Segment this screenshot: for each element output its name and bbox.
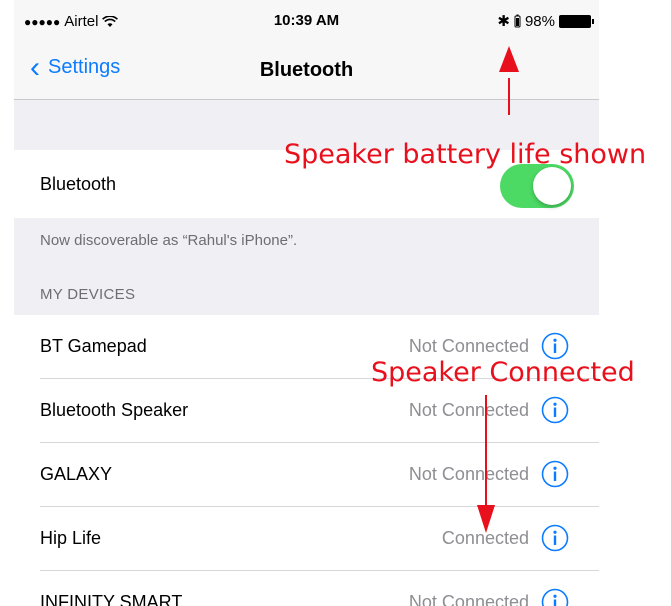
device-name: GALAXY (40, 464, 113, 484)
annotation-connected-label: Speaker Connected (371, 357, 635, 388)
status-bar: ●●●●● Airtel 10:39 AM ✱ 98% (14, 0, 599, 42)
info-icon[interactable] (541, 332, 569, 360)
phone-screen: ●●●●● Airtel 10:39 AM ✱ 98% ‹ Settings B… (14, 0, 599, 606)
page-title: Bluetooth (259, 59, 354, 81)
info-icon[interactable] (541, 460, 569, 488)
status-right: ✱ 98% (497, 12, 594, 30)
discoverable-note: Now discoverable as “Rahul's iPhone”. (40, 232, 298, 249)
bluetooth-status-icon: ✱ (497, 13, 510, 30)
bluetooth-switch[interactable] (500, 164, 574, 208)
device-status: Not Connected (408, 400, 529, 420)
my-devices-header: MY DEVICES (40, 286, 136, 303)
battery-percent: 98% (524, 12, 555, 30)
device-name: Hip Life (40, 528, 102, 548)
navigation-bar: ‹ Settings Bluetooth (14, 42, 599, 100)
info-icon[interactable] (541, 588, 569, 606)
info-icon[interactable] (541, 524, 569, 552)
device-row-infinity-smart[interactable]: INFINITY SMART Not Connected (14, 571, 599, 606)
bluetooth-toggle-label: Bluetooth (40, 174, 117, 194)
switch-knob (533, 167, 571, 205)
battery-icon (559, 14, 594, 28)
device-status: Not Connected (408, 336, 529, 356)
headphone-battery-icon (514, 14, 521, 28)
device-row-galaxy[interactable]: GALAXY Not Connected (14, 443, 599, 507)
annotation-battery-label: Speaker battery life shown (284, 139, 647, 170)
device-row-bluetooth-speaker[interactable]: Bluetooth Speaker Not Connected (14, 379, 599, 443)
device-name: INFINITY SMART (40, 592, 183, 606)
device-status: Not Connected (408, 592, 529, 606)
device-name: BT Gamepad (40, 336, 147, 356)
device-name: Bluetooth Speaker (40, 400, 189, 420)
device-status: Not Connected (408, 464, 529, 484)
info-icon[interactable] (541, 396, 569, 424)
device-row-hip-life[interactable]: Hip Life Connected (14, 507, 599, 571)
device-status: Connected (441, 528, 529, 548)
